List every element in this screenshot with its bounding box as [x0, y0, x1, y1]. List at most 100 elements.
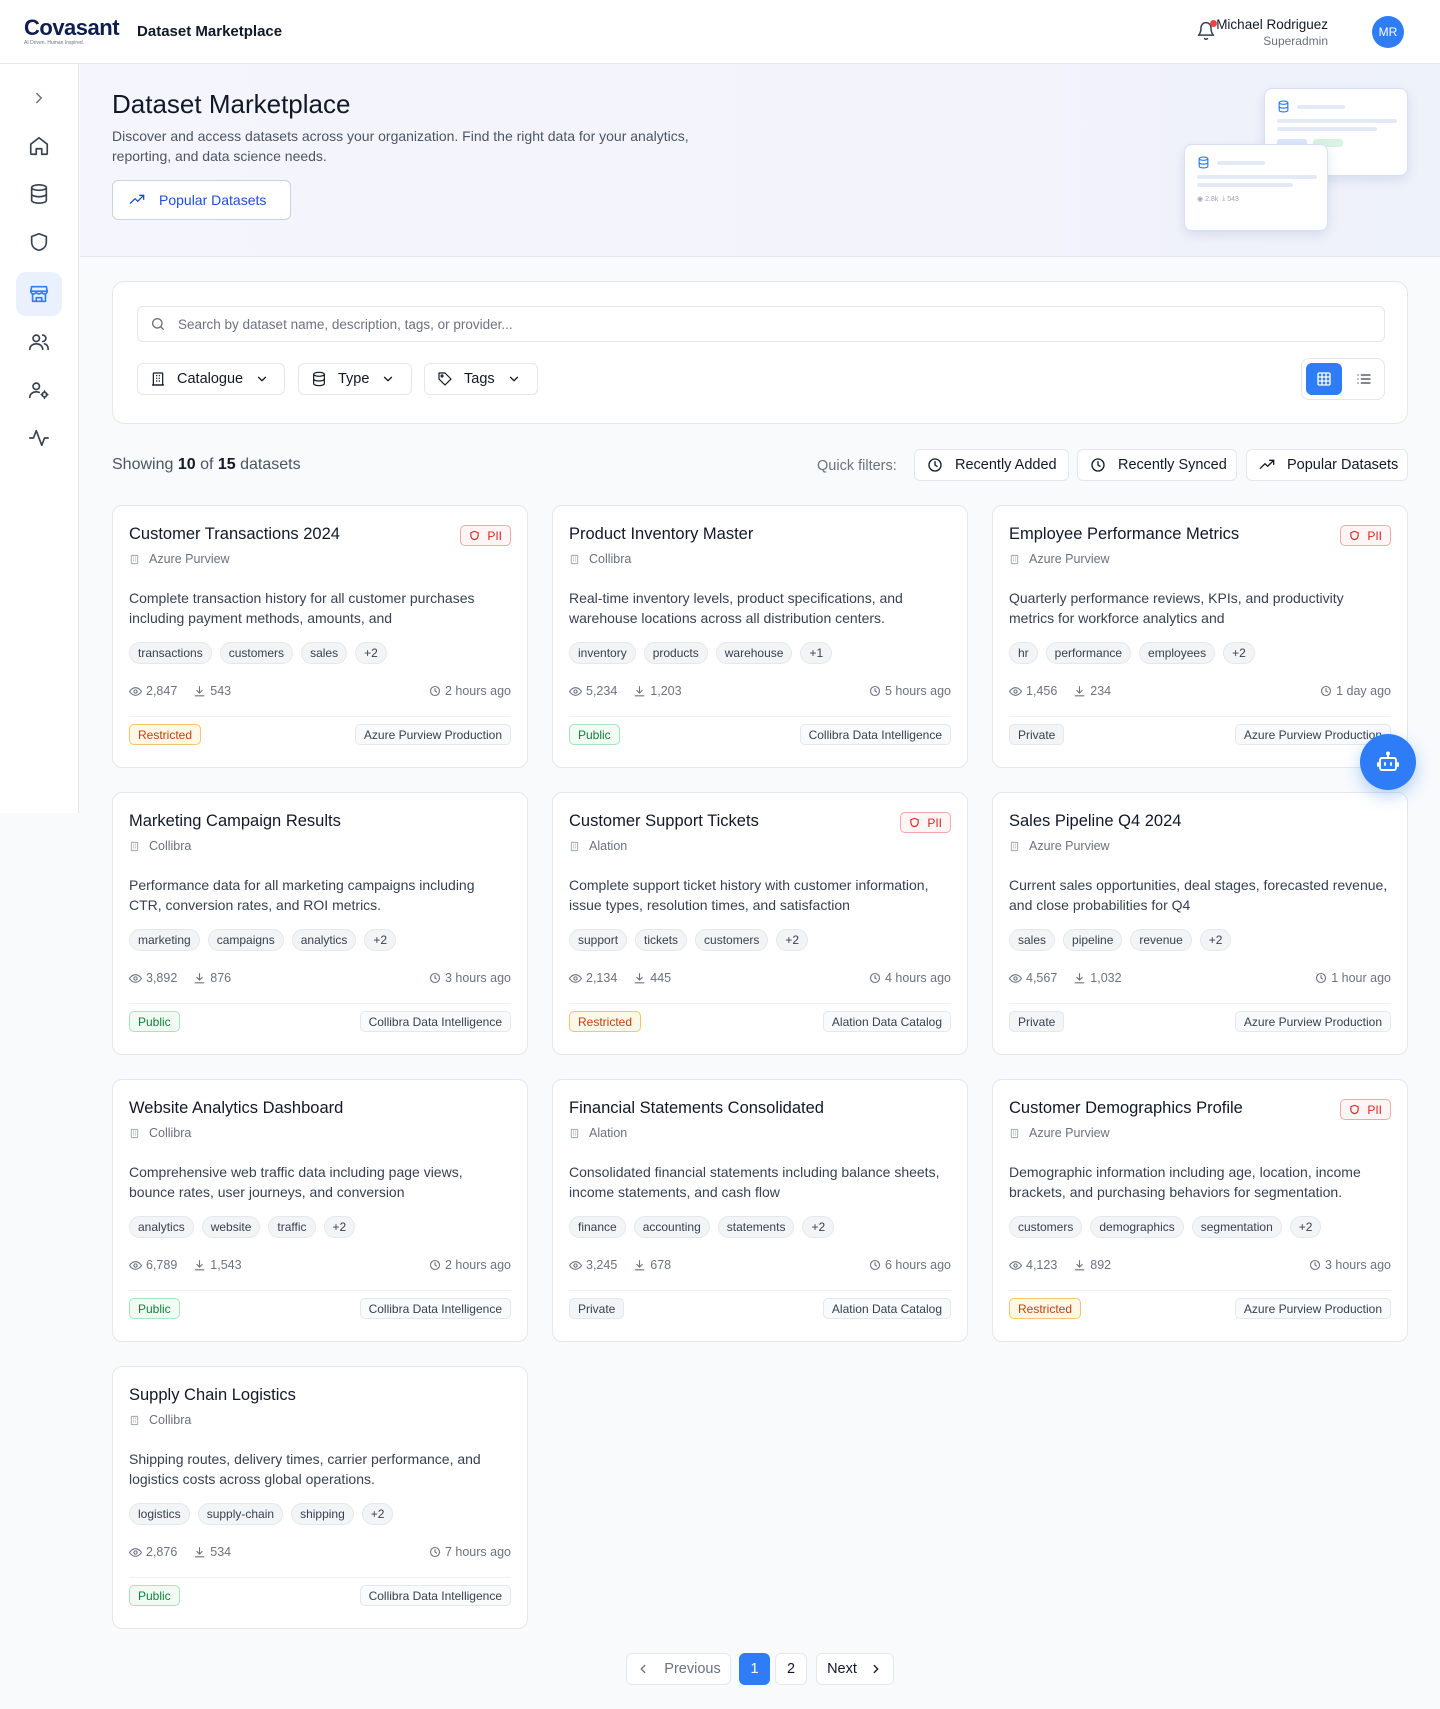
- dataset-card[interactable]: Financial Statements Consolidated Alatio…: [552, 1079, 968, 1342]
- dataset-title[interactable]: Employee Performance Metrics: [1009, 525, 1239, 544]
- tag-chip[interactable]: support: [569, 929, 628, 951]
- tag-chip[interactable]: pipeline: [1063, 929, 1123, 951]
- tag-chip[interactable]: +2: [323, 1216, 356, 1238]
- dataset-description: Demographic information including age, l…: [1009, 1164, 1361, 1200]
- dataset-card[interactable]: Sales Pipeline Q4 2024 Azure Purview Cur…: [992, 792, 1408, 1055]
- pii-label: PII: [487, 528, 502, 543]
- tag-chip[interactable]: transactions: [129, 642, 212, 664]
- sidebar-item-activity[interactable]: [16, 416, 62, 460]
- tag-chip[interactable]: warehouse: [715, 642, 793, 664]
- user-info[interactable]: Michael Rodriguez Superadmin: [1216, 17, 1328, 48]
- search-input[interactable]: [178, 316, 1278, 332]
- tag-chip[interactable]: +1: [800, 642, 833, 664]
- tag-chip[interactable]: traffic: [268, 1216, 316, 1238]
- tag-chip[interactable]: +2: [1199, 929, 1232, 951]
- next-page-button[interactable]: Next: [816, 1653, 894, 1685]
- views-stat: 2,876: [129, 1545, 177, 1559]
- tag-chip[interactable]: +2: [802, 1216, 835, 1238]
- downloads-count: 534: [210, 1545, 232, 1559]
- card-divider: [129, 1577, 511, 1578]
- tag-chip[interactable]: customers: [219, 642, 294, 664]
- tag-chip[interactable]: +2: [776, 929, 809, 951]
- dataset-card[interactable]: Customer Transactions 2024 PII Azure Pur…: [112, 505, 528, 768]
- avatar[interactable]: MR: [1372, 16, 1404, 48]
- tags-dropdown[interactable]: Tags: [424, 363, 538, 395]
- sidebar-item-datasets[interactable]: [16, 172, 62, 216]
- sidebar-item-marketplace[interactable]: [16, 272, 62, 316]
- list-view-button[interactable]: [1346, 363, 1382, 395]
- search-box[interactable]: [137, 306, 1385, 342]
- dataset-card[interactable]: Marketing Campaign Results Collibra Perf…: [112, 792, 528, 1055]
- assistant-bot-button[interactable]: [1360, 734, 1416, 790]
- sidebar-item-security[interactable]: [16, 220, 62, 264]
- tag-chip[interactable]: accounting: [633, 1216, 710, 1238]
- tag-chip[interactable]: +2: [1223, 642, 1255, 664]
- dataset-card[interactable]: Employee Performance Metrics PII Azure P…: [992, 505, 1408, 768]
- tag-chip[interactable]: segmentation: [1191, 1216, 1282, 1238]
- tag-chip[interactable]: +2: [355, 642, 387, 664]
- tag-chip[interactable]: campaigns: [207, 929, 284, 951]
- tag-chip[interactable]: sales: [301, 642, 348, 664]
- catalogue-dropdown[interactable]: Catalogue: [137, 363, 285, 395]
- tag-chip[interactable]: +2: [361, 1503, 394, 1525]
- tag-chip[interactable]: inventory: [569, 642, 636, 664]
- tag-chip[interactable]: customers: [695, 929, 769, 951]
- quick-filter-popular-datasets[interactable]: Popular Datasets: [1246, 449, 1408, 481]
- shield-icon: [470, 530, 480, 541]
- tag-chip[interactable]: analytics: [291, 929, 357, 951]
- dataset-card[interactable]: Supply Chain Logistics Collibra Shipping…: [112, 1366, 528, 1629]
- previous-page-button[interactable]: Previous: [626, 1653, 731, 1685]
- grid-icon: [1317, 372, 1331, 386]
- tag-chip[interactable]: tickets: [635, 929, 688, 951]
- dataset-title[interactable]: Product Inventory Master: [569, 525, 753, 544]
- tag-chip[interactable]: website: [201, 1216, 261, 1238]
- bot-icon: [1377, 751, 1399, 771]
- dataset-card[interactable]: Customer Support Tickets PII Alation Com…: [552, 792, 968, 1055]
- dataset-card[interactable]: Customer Demographics Profile PII Azure …: [992, 1079, 1408, 1342]
- tag-chip[interactable]: finance: [569, 1216, 626, 1238]
- tag-chip[interactable]: logistics: [129, 1503, 190, 1525]
- dataset-title[interactable]: Sales Pipeline Q4 2024: [1009, 812, 1181, 831]
- sidebar-expand-button[interactable]: [16, 76, 62, 120]
- sidebar-item-user-settings[interactable]: [16, 368, 62, 412]
- grid-view-button[interactable]: [1306, 363, 1342, 395]
- page-2-button[interactable]: 2: [775, 1653, 807, 1685]
- sidebar-item-users[interactable]: [16, 320, 62, 364]
- page-1-button[interactable]: 1: [739, 1653, 770, 1685]
- tag-chip[interactable]: customers: [1009, 1216, 1083, 1238]
- dataset-card[interactable]: Website Analytics Dashboard Collibra Com…: [112, 1079, 528, 1342]
- dataset-title[interactable]: Marketing Campaign Results: [129, 812, 341, 831]
- popular-datasets-label: Popular Datasets: [159, 192, 267, 208]
- quick-filter-recently-added[interactable]: Recently Added: [914, 449, 1069, 481]
- dataset-title[interactable]: Customer Transactions 2024: [129, 525, 340, 544]
- popular-datasets-button[interactable]: Popular Datasets: [112, 180, 291, 220]
- company-logo[interactable]: Covasant AI Driven. Human Inspired.: [24, 17, 120, 46]
- dataset-title[interactable]: Financial Statements Consolidated: [569, 1099, 824, 1118]
- tag-chip[interactable]: hr: [1009, 642, 1038, 664]
- tag-chip[interactable]: products: [643, 642, 708, 664]
- tag-chip[interactable]: +2: [1289, 1216, 1322, 1238]
- dataset-title[interactable]: Customer Support Tickets: [569, 812, 759, 831]
- dataset-card[interactable]: Product Inventory Master Collibra Real-t…: [552, 505, 968, 768]
- quick-filter-recently-synced[interactable]: Recently Synced: [1077, 449, 1237, 481]
- tag-chip[interactable]: revenue: [1130, 929, 1192, 951]
- provider-name: Collibra: [589, 552, 632, 566]
- tag-chip[interactable]: performance: [1045, 642, 1132, 664]
- tag-chip[interactable]: +2: [364, 929, 397, 951]
- tag-chip[interactable]: supply-chain: [197, 1503, 284, 1525]
- source-badge: Collibra Data Intelligence: [359, 1298, 511, 1319]
- type-dropdown[interactable]: Type: [298, 363, 412, 395]
- tag-chip[interactable]: statements: [717, 1216, 795, 1238]
- dataset-title[interactable]: Customer Demographics Profile: [1009, 1099, 1243, 1118]
- access-badge: Public: [129, 1298, 180, 1319]
- tag-chip[interactable]: analytics: [129, 1216, 194, 1238]
- tag-chip[interactable]: sales: [1009, 929, 1056, 951]
- tag-chip[interactable]: employees: [1139, 642, 1216, 664]
- sidebar-item-home[interactable]: [16, 124, 62, 168]
- tag-chip[interactable]: shipping: [291, 1503, 354, 1525]
- tag-chip[interactable]: marketing: [129, 929, 200, 951]
- tag-chip[interactable]: demographics: [1090, 1216, 1184, 1238]
- dataset-title[interactable]: Website Analytics Dashboard: [129, 1099, 343, 1118]
- downloads-stat: 892: [1073, 1258, 1111, 1272]
- dataset-title[interactable]: Supply Chain Logistics: [129, 1386, 296, 1405]
